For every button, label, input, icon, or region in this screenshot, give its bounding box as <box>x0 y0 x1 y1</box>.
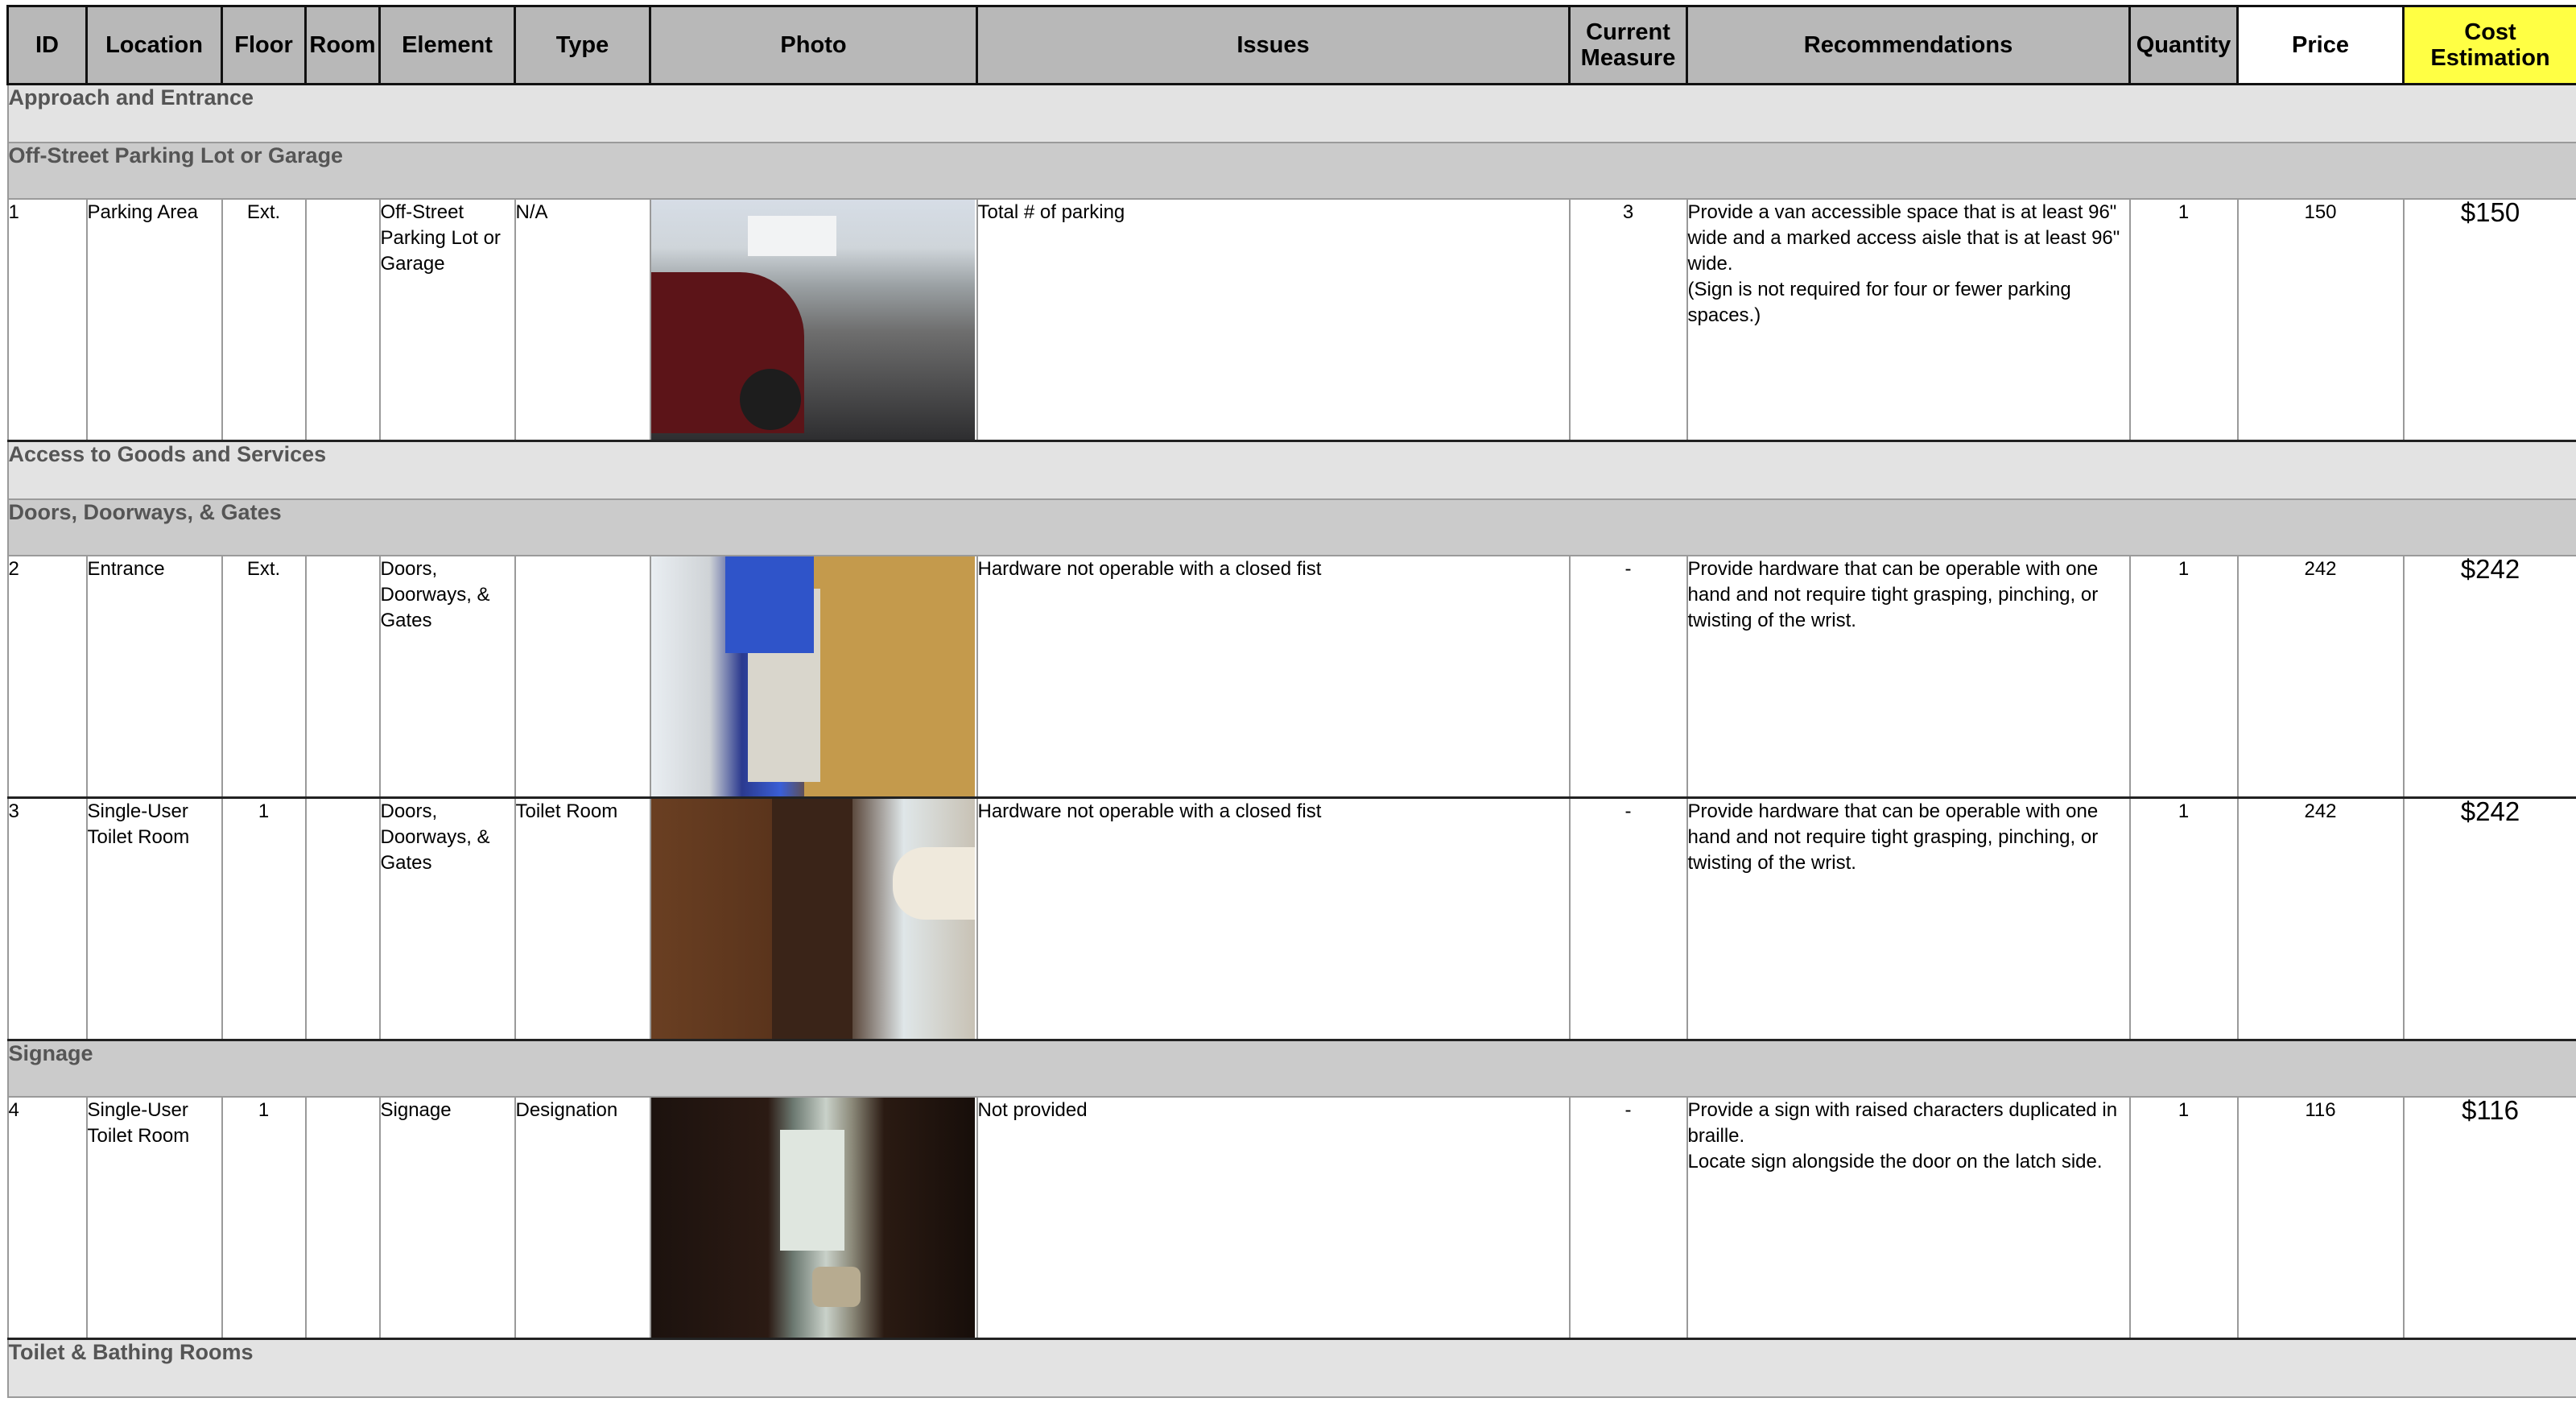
photo-parking-area[interactable] <box>650 200 975 440</box>
col-header-price[interactable]: Price <box>2236 5 2405 85</box>
recommendation-text: Provide hardware that can be operable wi… <box>1687 558 2099 631</box>
cell-recommendation[interactable]: Provide hardware that can be operable wi… <box>1686 555 2131 799</box>
cell-floor[interactable]: Ext. <box>221 555 307 799</box>
cell-recommendation[interactable]: Provide a sign with raised characters du… <box>1686 1096 2131 1340</box>
cell-price[interactable]: 242 <box>2236 555 2405 799</box>
table-row[interactable]: 2 Entrance Ext. Doors, Doorways, & Gates… <box>6 555 2576 799</box>
cell-photo[interactable] <box>649 796 978 1041</box>
cell-id[interactable]: 3 <box>6 796 88 1041</box>
cell-issue[interactable]: Not provided <box>976 1096 1571 1340</box>
table-row[interactable]: 4 Single-User Toilet Room 1 Signage Desi… <box>6 1096 2576 1340</box>
cell-cost-estimation[interactable]: $116 <box>2402 1096 2576 1340</box>
cell-recommendation[interactable]: Provide a van accessible space that is a… <box>1686 198 2131 442</box>
col-header-current-measure[interactable]: Current Measure <box>1568 5 1688 85</box>
cell-issue[interactable]: Hardware not operable with a closed fist <box>976 555 1571 799</box>
cell-id[interactable]: 4 <box>6 1096 88 1340</box>
cell-quantity[interactable]: 1 <box>2128 555 2239 799</box>
col-header-floor[interactable]: Floor <box>221 5 307 85</box>
cell-quantity[interactable]: 1 <box>2128 198 2239 442</box>
cell-current-measure[interactable]: - <box>1568 555 1688 799</box>
cell-element[interactable]: Doors, Doorways, & Gates <box>378 796 516 1041</box>
cell-room[interactable] <box>304 198 381 442</box>
col-header-photo[interactable]: Photo <box>649 5 978 85</box>
photo-toilet-room-signage[interactable] <box>650 1098 975 1338</box>
col-header-location[interactable]: Location <box>85 5 223 85</box>
col-header-element[interactable]: Element <box>378 5 516 85</box>
subsection-row: Signage <box>6 1039 2576 1098</box>
cell-location[interactable]: Single-User Toilet Room <box>85 796 223 1041</box>
cell-recommendation[interactable]: Provide hardware that can be operable wi… <box>1686 796 2131 1041</box>
cell-floor[interactable]: 1 <box>221 796 307 1041</box>
col-header-recommendations[interactable]: Recommendations <box>1686 5 2131 85</box>
cell-quantity[interactable]: 1 <box>2128 1096 2239 1340</box>
subsection-title: Signage <box>6 1039 2576 1098</box>
subsection-title: Doors, Doorways, & Gates <box>6 498 2576 556</box>
cell-location[interactable]: Entrance <box>85 555 223 799</box>
cell-type[interactable]: Designation <box>514 1096 651 1340</box>
cell-current-measure[interactable]: 3 <box>1568 198 1688 442</box>
cell-element[interactable]: Signage <box>378 1096 516 1340</box>
cell-type[interactable] <box>514 555 651 799</box>
col-header-quantity[interactable]: Quantity <box>2128 5 2239 85</box>
cell-quantity[interactable]: 1 <box>2128 796 2239 1041</box>
cell-location[interactable]: Single-User Toilet Room <box>85 1096 223 1340</box>
toilet-shape <box>811 1267 861 1307</box>
cell-current-measure[interactable]: - <box>1568 796 1688 1041</box>
cell-issue[interactable]: Total # of parking <box>976 198 1571 442</box>
cell-type[interactable]: Toilet Room <box>514 796 651 1041</box>
col-header-id[interactable]: ID <box>6 5 88 85</box>
cell-type[interactable]: N/A <box>514 198 651 442</box>
photo-entrance-door[interactable] <box>650 556 975 796</box>
cell-photo[interactable] <box>649 198 978 442</box>
cell-room[interactable] <box>304 796 381 1041</box>
cell-photo[interactable] <box>649 555 978 799</box>
cell-id[interactable]: 1 <box>6 198 88 442</box>
cell-price[interactable]: 116 <box>2236 1096 2405 1340</box>
photo-toilet-room-door[interactable] <box>650 799 975 1039</box>
cell-floor[interactable]: 1 <box>221 1096 307 1340</box>
cell-photo[interactable] <box>649 1096 978 1340</box>
house-shape <box>747 216 836 256</box>
section-row: Access to Goods and Services <box>6 440 2576 500</box>
section-title: Approach and Entrance <box>6 83 2576 143</box>
recommendation-text: Provide hardware that can be operable wi… <box>1687 800 2099 874</box>
table-row[interactable]: 1 Parking Area Ext. Off-Street Parking L… <box>6 198 2576 442</box>
cell-cost-estimation[interactable]: $150 <box>2402 198 2576 442</box>
door-shape <box>803 556 975 796</box>
cell-element[interactable]: Doors, Doorways, & Gates <box>378 555 516 799</box>
section-title: Toilet & Bathing Rooms <box>6 1338 2576 1398</box>
assessment-table: ID Location Floor Room Element Type Phot… <box>6 5 2576 1398</box>
cell-issue[interactable]: Hardware not operable with a closed fist <box>976 796 1571 1041</box>
header-row: ID Location Floor Room Element Type Phot… <box>6 5 2576 85</box>
section-title: Access to Goods and Services <box>6 440 2576 500</box>
col-header-issues[interactable]: Issues <box>976 5 1571 85</box>
subsection-title: Off-Street Parking Lot or Garage <box>6 142 2576 200</box>
subsection-row: Doors, Doorways, & Gates <box>6 498 2576 556</box>
section-row: Approach and Entrance <box>6 83 2576 143</box>
cell-price[interactable]: 242 <box>2236 796 2405 1041</box>
jacket-shape <box>724 556 814 653</box>
cell-room[interactable] <box>304 555 381 799</box>
sink-shape <box>892 847 975 920</box>
wheel-shape <box>739 369 801 430</box>
cell-id[interactable]: 2 <box>6 555 88 799</box>
col-header-cost-estimation[interactable]: Cost Estimation <box>2402 5 2576 85</box>
cell-floor[interactable]: Ext. <box>221 198 307 442</box>
subsection-row: Off-Street Parking Lot or Garage <box>6 142 2576 200</box>
cell-cost-estimation[interactable]: $242 <box>2402 555 2576 799</box>
table-row[interactable]: 3 Single-User Toilet Room 1 Doors, Doorw… <box>6 796 2576 1041</box>
doorframe-shape <box>771 799 852 1039</box>
cell-location[interactable]: Parking Area <box>85 198 223 442</box>
cell-cost-estimation[interactable]: $242 <box>2402 796 2576 1041</box>
col-header-room[interactable]: Room <box>304 5 381 85</box>
col-header-type[interactable]: Type <box>514 5 651 85</box>
cell-price[interactable]: 150 <box>2236 198 2405 442</box>
cell-current-measure[interactable]: - <box>1568 1096 1688 1340</box>
recommendation-text: Provide a van accessible space that is a… <box>1687 201 2120 326</box>
section-row: Toilet & Bathing Rooms <box>6 1338 2576 1398</box>
cell-room[interactable] <box>304 1096 381 1340</box>
cell-element[interactable]: Off-Street Parking Lot or Garage <box>378 198 516 442</box>
window-shape <box>779 1130 844 1251</box>
recommendation-text: Provide a sign with raised characters du… <box>1687 1099 2118 1172</box>
